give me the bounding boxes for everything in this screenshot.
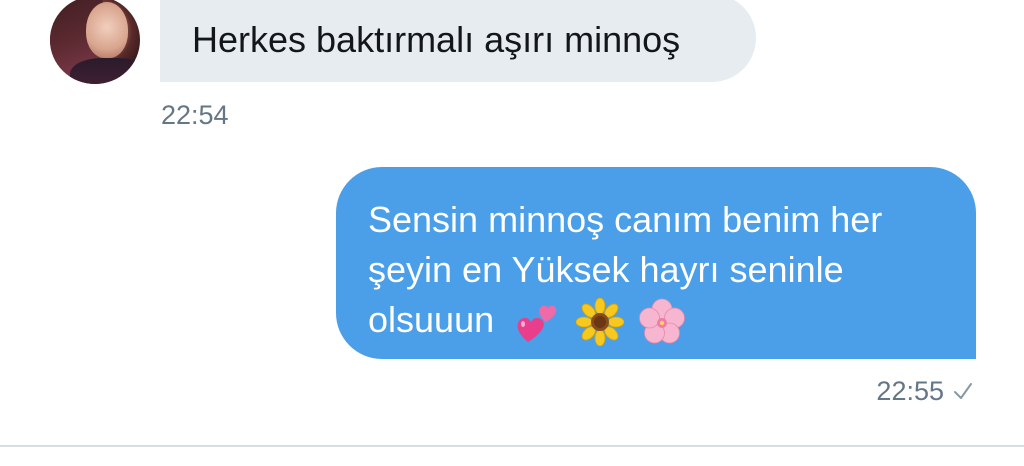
avatar-shirt <box>70 58 140 84</box>
emoji-group <box>514 298 686 347</box>
two-hearts-icon <box>517 305 557 343</box>
sender-avatar[interactable] <box>50 0 140 84</box>
composer-divider <box>0 445 1024 447</box>
outgoing-message-meta: 22:55 <box>876 374 974 408</box>
checkmark-icon <box>954 383 972 399</box>
outgoing-message-bubble[interactable]: Sensin minnoş canım benim her şeyin en Y… <box>336 167 976 359</box>
incoming-message-time: 22:54 <box>161 100 229 130</box>
outgoing-message-time: 22:55 <box>876 376 944 406</box>
outgoing-message-line-2: şeyin en Yüksek hayrı seninle <box>368 249 844 290</box>
outgoing-message-line-3: olsuuun <box>368 295 946 347</box>
outgoing-message-line-3-text: olsuuun <box>368 299 495 340</box>
incoming-message-text: Herkes baktırmalı aşırı minnoş <box>192 19 681 60</box>
outgoing-message-line-1: Sensin minnoş canım benim her <box>368 199 883 240</box>
dm-conversation: Herkes baktırmalı aşırı minnoş 22:54 Sen… <box>0 0 1024 466</box>
avatar-face <box>86 2 128 58</box>
cherry-blossom-icon <box>639 299 686 344</box>
sunflower-icon <box>576 298 625 347</box>
incoming-message-bubble[interactable]: Herkes baktırmalı aşırı minnoş <box>160 0 756 82</box>
